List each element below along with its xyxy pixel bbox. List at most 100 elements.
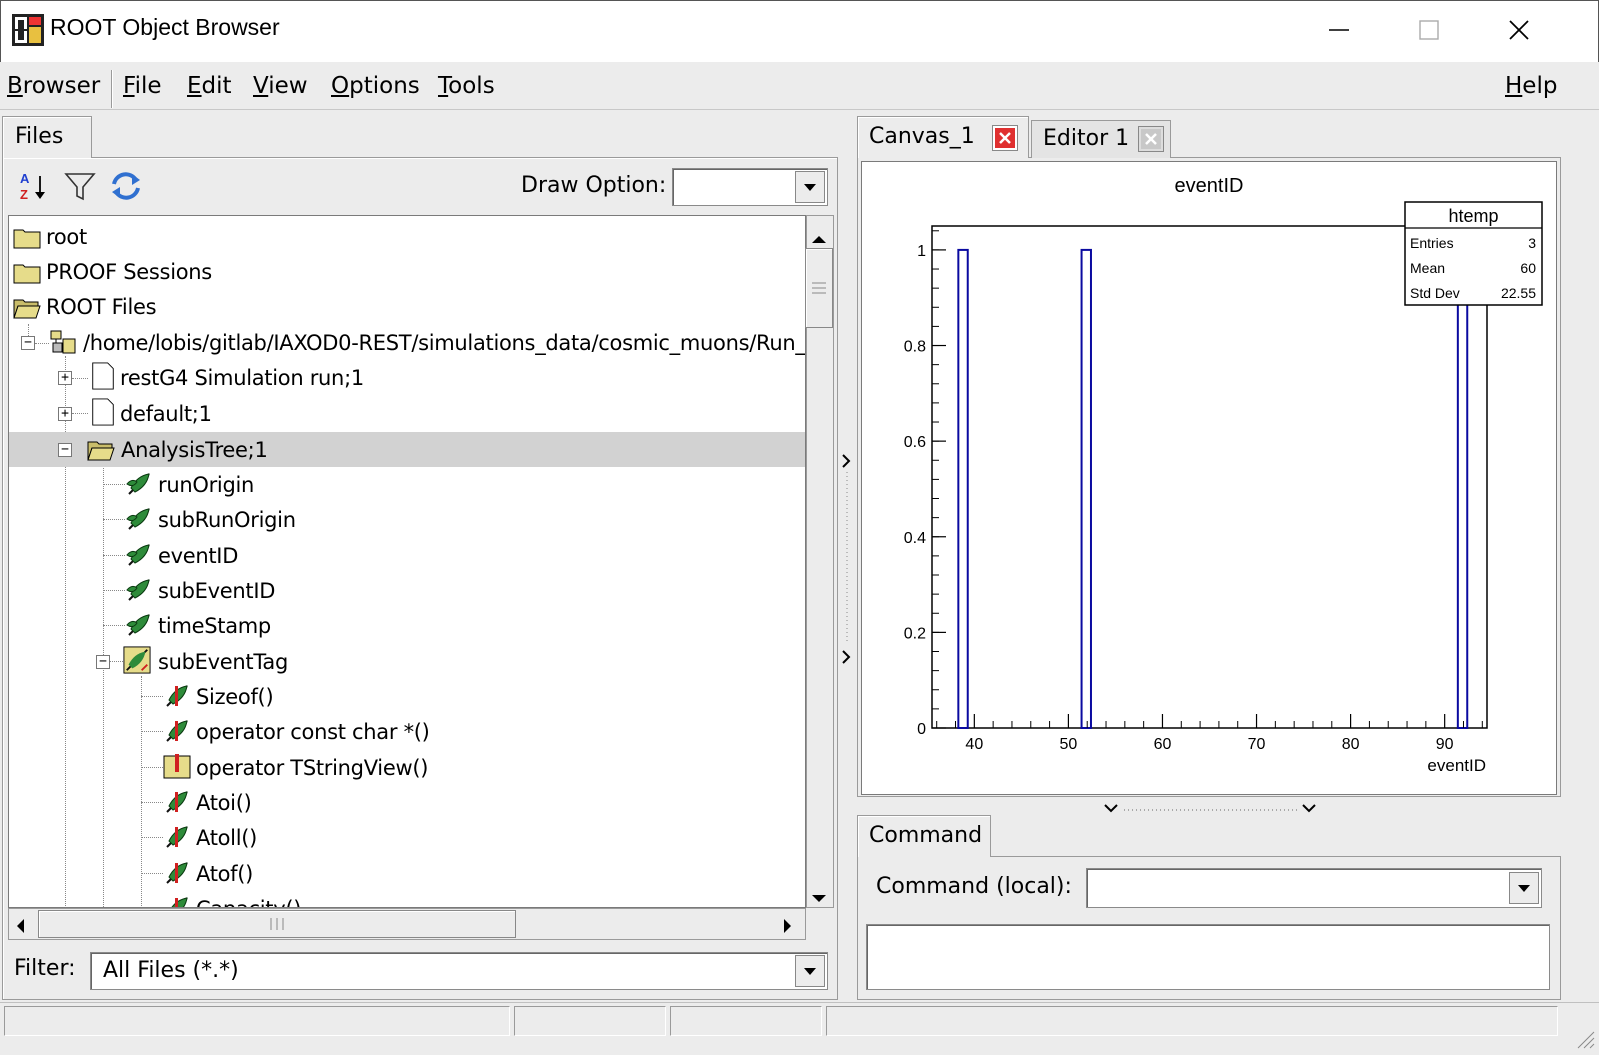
- scroll-down-button[interactable]: [810, 886, 828, 910]
- tree-item-method[interactable]: Atoll(): [9, 820, 805, 855]
- menu-bar: [0, 62, 1599, 110]
- tree-item-method[interactable]: operator TStringView(): [9, 750, 805, 785]
- sort-button[interactable]: A Z: [16, 168, 52, 204]
- menu-browser[interactable]: Browser: [7, 73, 100, 99]
- tree-item-root[interactable]: root: [9, 219, 805, 254]
- menu-help[interactable]: Help: [1505, 73, 1557, 99]
- draw-option-combo[interactable]: [672, 168, 828, 206]
- menu-file[interactable]: File: [123, 73, 162, 99]
- filter-funnel-icon: [64, 173, 96, 201]
- y-tick-label: 0.2: [904, 625, 926, 642]
- tree-item-default[interactable]: + default;1: [9, 396, 805, 431]
- dropdown-arrow-icon: [1518, 885, 1530, 892]
- menu-edit[interactable]: Edit: [187, 73, 232, 99]
- tree-item-subeventtag[interactable]: − subEventTag: [9, 644, 805, 679]
- horizontal-scroll-thumb[interactable]: [38, 910, 516, 938]
- leaf-icon: [126, 614, 150, 636]
- tree-item-method[interactable]: operator const char *(): [9, 714, 805, 749]
- scroll-up-button[interactable]: [810, 226, 828, 250]
- resize-grip-icon: [1577, 1031, 1595, 1049]
- maximize-icon: [1419, 20, 1439, 40]
- command-input[interactable]: [1086, 868, 1542, 908]
- tab-editor-1[interactable]: Editor 1: [1031, 120, 1171, 158]
- x-tick-label: 60: [1154, 736, 1172, 753]
- y-tick-label: 1: [917, 243, 926, 260]
- tab-label: Editor 1: [1043, 126, 1130, 151]
- close-tab-button[interactable]: [992, 125, 1018, 151]
- draw-option-label: Draw Option:: [521, 173, 667, 198]
- filter-label: Filter:: [14, 956, 76, 981]
- chart-plot-area: 0 0.2 0.4 0.6 0.8 1 40 50 60 70 80 90: [904, 225, 1488, 753]
- vertical-splitter[interactable]: [838, 112, 856, 1002]
- expand-toggle[interactable]: +: [58, 407, 72, 421]
- tree-item-method[interactable]: Atof(): [9, 856, 805, 891]
- leaf-icon: [126, 544, 150, 566]
- collapse-toggle[interactable]: −: [96, 655, 110, 669]
- x-tick-label: 40: [965, 736, 983, 753]
- y-tick-label: 0.4: [904, 530, 926, 547]
- draw-option-dropdown-button[interactable]: [795, 171, 825, 203]
- scroll-right-button[interactable]: [782, 916, 794, 940]
- tree-item-label: restG4 Simulation run;1: [120, 365, 364, 390]
- tree-item-method[interactable]: Capacity(): [9, 891, 805, 908]
- tree-item-analysistree[interactable]: − AnalysisTree;1: [9, 432, 805, 467]
- close-tab-button[interactable]: [1138, 126, 1164, 152]
- expand-toggle[interactable]: +: [58, 371, 72, 385]
- tree-item-runorigin[interactable]: runOrigin: [9, 467, 805, 502]
- menu-options[interactable]: Options: [331, 73, 420, 99]
- tree-item-eventid[interactable]: eventID: [9, 538, 805, 573]
- window-title: ROOT Object Browser: [50, 14, 280, 40]
- menu-tools[interactable]: Tools: [438, 73, 495, 99]
- histogram-bar-1: [1080, 248, 1092, 730]
- scroll-left-button[interactable]: [14, 916, 26, 940]
- close-window-button[interactable]: [1494, 10, 1544, 50]
- splitter-grip: [1104, 804, 1316, 813]
- tree-item-label: Sizeof(): [196, 684, 274, 709]
- horizontal-splitter[interactable]: [1104, 797, 1318, 813]
- collapse-toggle[interactable]: −: [21, 336, 35, 350]
- tree-item-label: ROOT Files: [46, 294, 157, 319]
- filter-button[interactable]: [62, 168, 98, 204]
- resize-grip[interactable]: [1574, 1028, 1596, 1055]
- status-cell: [670, 1006, 822, 1036]
- menu-view[interactable]: View: [253, 73, 308, 99]
- filter-dropdown-button[interactable]: [795, 955, 825, 987]
- tree-item-label: Capacity(): [196, 897, 301, 908]
- root-canvas[interactable]: eventID 0 0.2 0.4 0.6 0.8 1 40 50 60 70 80 90 event…: [861, 161, 1557, 795]
- stats-box: htemp Entries 3 Mean 60 Std Dev 22.55: [1404, 201, 1543, 306]
- filter-combo[interactable]: All Files (*.*): [90, 952, 828, 990]
- tab-canvas-1[interactable]: Canvas_1: [857, 116, 1029, 158]
- x-tick-label: 70: [1248, 736, 1266, 753]
- tab-command[interactable]: Command: [857, 815, 991, 857]
- tree-item-subeventid[interactable]: subEventID: [9, 573, 805, 608]
- tree-item-method[interactable]: Sizeof(): [9, 679, 805, 714]
- sort-az-icon: A Z: [20, 171, 45, 202]
- tree-item-subrunorigin[interactable]: subRunOrigin: [9, 502, 805, 537]
- tree-item-label: timeStamp: [158, 613, 271, 638]
- dropdown-arrow-icon: [804, 968, 816, 975]
- method-icon: [166, 720, 188, 742]
- collapse-toggle[interactable]: −: [58, 443, 72, 457]
- tree-item-root-files[interactable]: ROOT Files: [9, 289, 805, 324]
- x-tick-label: 90: [1436, 736, 1454, 753]
- branch-element-icon: [123, 646, 151, 674]
- tree-item-label: runOrigin: [158, 472, 255, 497]
- splitter-grip: [842, 454, 851, 664]
- command-output[interactable]: [866, 924, 1550, 990]
- maximize-button[interactable]: [1404, 10, 1454, 50]
- tree-item-proof-sessions[interactable]: PROOF Sessions: [9, 254, 805, 289]
- refresh-button[interactable]: [108, 168, 144, 204]
- tab-files[interactable]: Files: [2, 116, 92, 158]
- tree-item-root-file[interactable]: − /home/lobis/gitlab/IAXOD0-REST/simulat…: [9, 325, 805, 360]
- tree-item-method[interactable]: Atoi(): [9, 785, 805, 820]
- command-dropdown-button[interactable]: [1509, 872, 1539, 904]
- vertical-scroll-thumb[interactable]: [805, 248, 833, 328]
- file-tree[interactable]: root PROOF Sessions ROOT Files − /home/l…: [8, 215, 806, 908]
- histogram-chart: eventID 0 0.2 0.4 0.6 0.8 1 40 50 60 70 80 90 event…: [904, 175, 1543, 775]
- minimize-button[interactable]: [1314, 10, 1364, 50]
- status-cell: [4, 1006, 510, 1036]
- tree-item-timestamp[interactable]: timeStamp: [9, 608, 805, 643]
- tree-item-restg4[interactable]: + restG4 Simulation run;1: [9, 360, 805, 395]
- tab-label: Command: [869, 823, 983, 848]
- plot-frame: [931, 225, 1488, 729]
